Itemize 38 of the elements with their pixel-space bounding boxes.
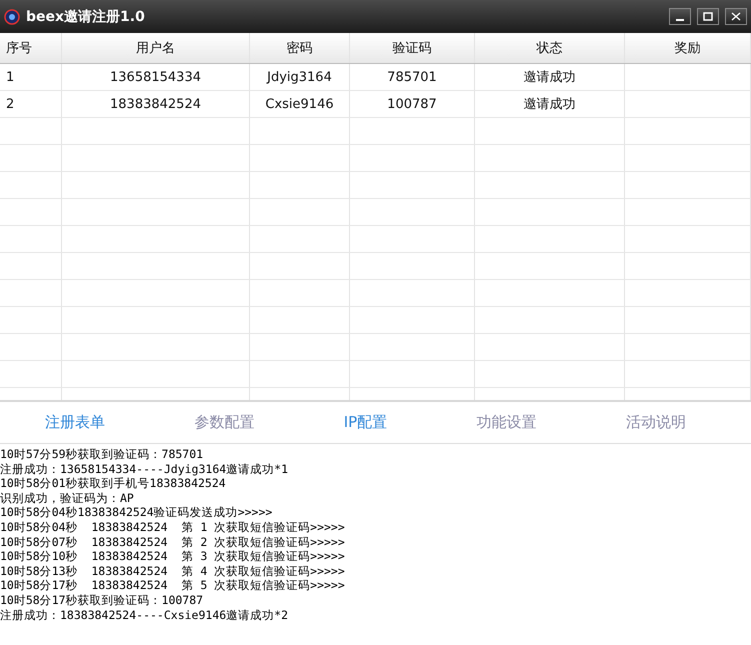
- table-cell: Cxsie9146: [250, 91, 350, 117]
- log-line: 10时58分04秒 18383842524 第 1 次获取短信验证码>>>>>: [0, 520, 346, 535]
- table-cell: 邀请成功: [475, 91, 625, 117]
- window-title: beex邀请注册1.0: [26, 8, 146, 26]
- log-line: 10时58分13秒 18383842524 第 4 次获取短信验证码>>>>>: [0, 564, 346, 578]
- log-line: 10时58分01秒获取到手机号18383842524: [0, 476, 227, 491]
- close-icon: [731, 12, 741, 21]
- table-cell: 100787: [350, 91, 475, 117]
- column-header[interactable]: 验证码: [350, 33, 475, 63]
- log-line: 10时58分17秒 18383842524 第 5 次获取短信验证码>>>>>: [0, 578, 346, 593]
- column-header[interactable]: 密码: [250, 33, 350, 63]
- log-line: 10时58分04秒18383842524验证码发送成功>>>>>: [0, 505, 274, 520]
- column-header[interactable]: 序号: [0, 33, 62, 63]
- table-cell: Jdyig3164: [250, 64, 350, 90]
- column-header[interactable]: 状态: [475, 33, 625, 63]
- log-line: 10时58分17秒获取到验证码：100787: [0, 592, 204, 608]
- column-header[interactable]: 奖励: [625, 33, 751, 63]
- table-cell: 18383842524: [62, 91, 250, 117]
- log-line: 10时58分07秒 18383842524 第 2 次获取短信验证码>>>>>: [0, 534, 346, 550]
- column-header[interactable]: 用户名: [62, 33, 250, 63]
- app-logo-icon: [4, 8, 20, 24]
- close-button[interactable]: [725, 8, 747, 25]
- log-line: 注册成功：13658154334----Jdyig3164邀请成功*1: [0, 462, 290, 476]
- log-line: 10时57分59秒获取到验证码：785701: [0, 447, 204, 462]
- log-line: 注册成功：18383842524----Cxsie9146邀请成功*2: [0, 608, 290, 622]
- table-cell: 13658154334: [62, 64, 250, 90]
- maximize-button[interactable]: [697, 8, 719, 25]
- log-line: 识别成功，验证码为：AP: [0, 490, 135, 506]
- maximize-icon: [703, 12, 713, 21]
- table-cell: 785701: [350, 64, 475, 90]
- tab[interactable]: 注册表单: [40, 411, 109, 434]
- table-cell: 1: [0, 64, 62, 90]
- tab[interactable]: IP配置: [340, 411, 392, 434]
- minimize-icon: [676, 18, 684, 20]
- log-line: 10时58分10秒 18383842524 第 3 次获取短信验证码>>>>>: [0, 549, 346, 564]
- table-cell: 邀请成功: [475, 64, 625, 90]
- table-cell: 2: [0, 91, 62, 117]
- minimize-button[interactable]: [669, 8, 691, 25]
